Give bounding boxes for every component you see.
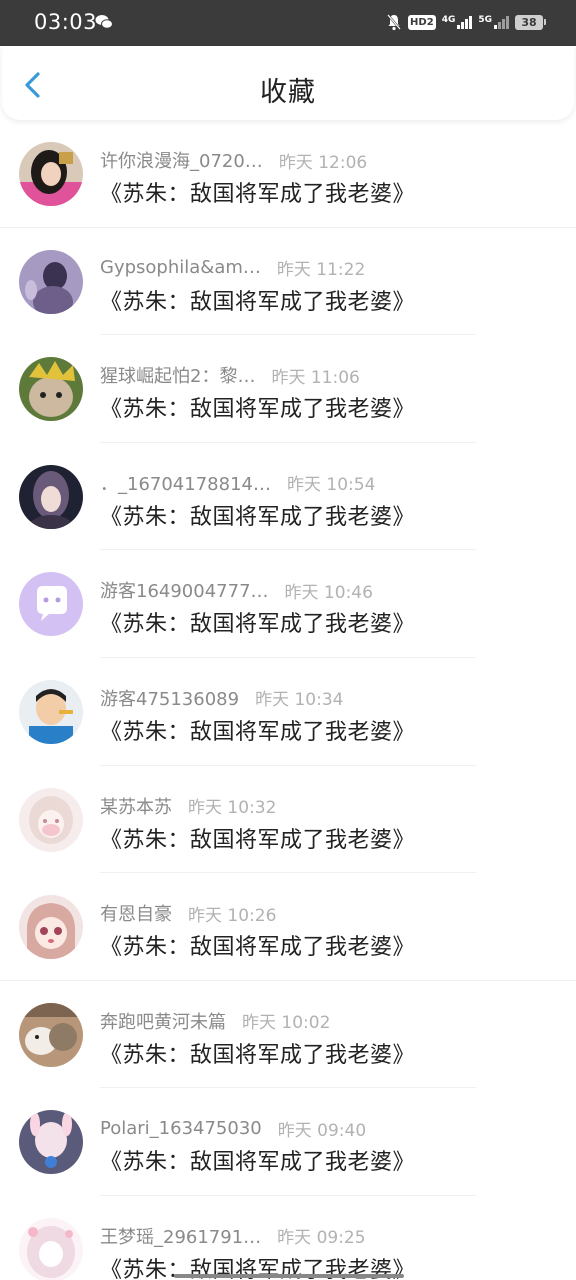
status-bar: 03:03 HD2 4G 5G 38 [0,0,576,46]
list-item[interactable]: 猩球崛起怕2：黎… 昨天 11:06 《苏朱：敌国将军成了我老婆》 [0,335,576,443]
item-title: 《苏朱：敌国将军成了我老婆》 [100,397,416,423]
avatar [19,1110,83,1175]
list-item[interactable]: 许你浪漫海_0720… 昨天 12:06 《苏朱：敌国将军成了我老婆》 [0,120,576,228]
item-time: 昨天 09:40 [277,1120,367,1141]
user-name: 有恩自豪 [100,904,172,926]
item-time: 昨天 09:25 [277,1228,366,1249]
status-icons: HD2 4G 5G 38 [386,13,546,31]
list-item[interactable]: Polari_163475030 昨天 09:40 《苏朱：敌国将军成了我老婆》 [0,1088,576,1196]
user-name: 猩球崛起怕2：黎… [100,366,256,388]
item-time: 昨天 10:32 [188,798,277,819]
list-item[interactable]: ．_16704178814… 昨天 10:54 《苏朱：敌国将军成了我老婆》 [0,443,576,551]
list-item[interactable]: 有恩自豪 昨天 10:26 《苏朱：敌国将军成了我老婆》 [0,873,576,981]
item-title: 《苏朱：敌国将军成了我老婆》 [100,182,416,207]
user-name: ．_16704178814… [100,473,271,495]
item-time: 昨天 10:26 [188,905,277,926]
signal-bars-icon [494,15,509,29]
signal-5g: 5G [478,15,509,29]
favorites-page: 03:03 HD2 4G 5G 38 收藏 许你浪漫海_0720… 昨天 12:… [0,0,576,1280]
favorites-list: 许你浪漫海_0720… 昨天 12:06 《苏朱：敌国将军成了我老婆》 Gypso… [0,120,576,1280]
avatar [19,142,83,206]
list-item[interactable]: 游客1649004777… 昨天 10:46 《苏朱：敌国将军成了我老婆》 [0,550,576,658]
hd-badge: HD2 [408,14,436,30]
item-title: 《苏朱：敌国将军成了我老婆》 [100,1150,416,1176]
signal-bars-icon [457,15,473,29]
user-name: 王梦瑶_2961791… [100,1226,262,1248]
signal-4g: 4G [442,15,473,29]
list-item[interactable]: 某苏本苏 昨天 10:32 《苏朱：敌国将军成了我老婆》 [0,766,576,874]
item-time: 昨天 11:22 [276,260,366,281]
list-item[interactable]: Gypsophila&am… 昨天 11:22 《苏朱：敌国将军成了我老婆》 [0,228,576,336]
item-time: 昨天 10:46 [284,582,373,603]
avatar [19,464,83,529]
home-indicator[interactable] [174,1274,404,1278]
item-title: 《苏朱：敌国将军成了我老婆》 [100,612,416,638]
muted-bell-icon [387,14,401,31]
avatar [19,679,83,744]
item-title: 《苏朱：敌国将军成了我老婆》 [100,719,416,745]
item-title: 《苏朱：敌国将军成了我老婆》 [100,504,416,530]
avatar [19,572,83,637]
avatar [19,1002,83,1067]
item-time: 昨天 11:06 [271,367,360,388]
list-item[interactable]: 游客475136089 昨天 10:34 《苏朱：敌国将军成了我老婆》 [0,658,576,766]
page-title: 收藏 [260,77,316,108]
user-name: 奔跑吧黄河未篇 [100,1011,226,1033]
item-time: 昨天 10:34 [255,690,344,711]
top-bar: 收藏 [2,46,574,120]
status-time: 03:03 [34,10,98,34]
item-title: 《苏朱：敌国将军成了我老婆》 [100,289,416,315]
user-name: 游客475136089 [100,688,240,710]
user-name: 某苏本苏 [100,796,172,818]
avatar [19,1217,83,1280]
avatar [19,787,83,852]
item-time: 昨天 12:06 [278,152,368,173]
user-name: Gypsophila&am… [100,257,261,279]
list-item[interactable]: 奔跑吧黄河未篇 昨天 10:02 《苏朱：敌国将军成了我老婆》 [0,981,576,1089]
item-title: 《苏朱：敌国将军成了我老婆》 [100,935,416,961]
user-name: 游客1649004777… [100,581,269,603]
avatar [19,895,83,960]
user-name: 许你浪漫海_0720… [100,151,263,172]
item-title: 《苏朱：敌国将军成了我老婆》 [100,1042,416,1068]
list-item[interactable]: 王梦瑶_2961791… 昨天 09:25 《苏朱：敌国将军成了我老婆》 [0,1196,576,1280]
avatar [19,249,83,314]
wechat-icon [95,15,113,29]
item-time: 昨天 10:02 [242,1013,331,1034]
item-time: 昨天 10:54 [286,475,376,496]
avatar [19,357,83,422]
battery-indicator: 38 [515,14,546,30]
user-name: Polari_163475030 [100,1117,262,1139]
item-title: 《苏朱：敌国将军成了我老婆》 [100,827,416,853]
